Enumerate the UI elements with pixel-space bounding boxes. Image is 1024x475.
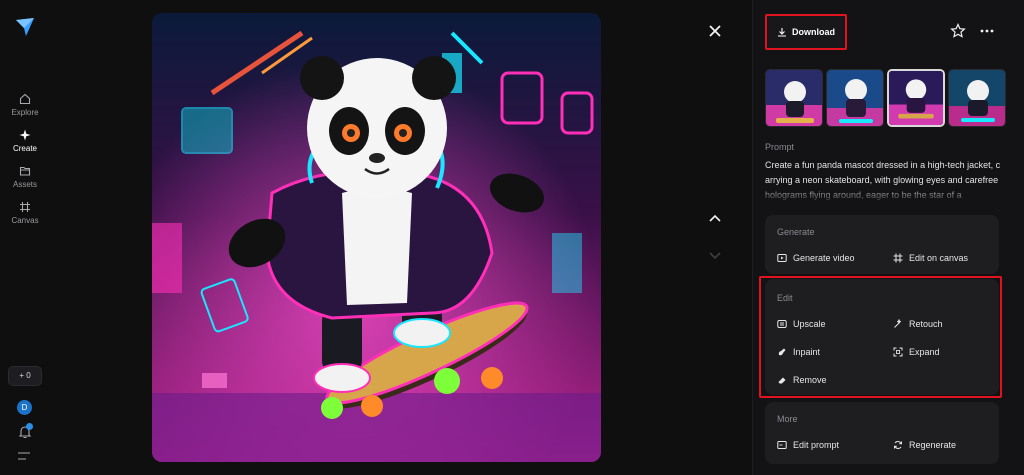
- edit-on-canvas-label: Edit on canvas: [909, 253, 969, 263]
- sidebar-item-label: Explore: [11, 108, 39, 117]
- inpaint-button[interactable]: Inpaint: [777, 347, 820, 357]
- generate-video-label: Generate video: [793, 253, 855, 263]
- sidebar-item-label: Assets: [12, 180, 37, 189]
- retouch-label: Retouch: [909, 319, 943, 329]
- sidebar-item-assets[interactable]: Assets: [0, 165, 50, 189]
- download-icon: [778, 28, 786, 37]
- sidebar-item-label: Canvas: [11, 216, 39, 225]
- prompt-label: Prompt: [765, 142, 795, 152]
- sidebar-item-canvas[interactable]: Canvas: [0, 201, 50, 225]
- sidebar: Explore Create Assets Canvas + 0 D: [0, 0, 50, 475]
- edit-title: Edit: [777, 293, 793, 303]
- edit-on-canvas-button[interactable]: Edit on canvas: [893, 253, 968, 263]
- generate-video-button[interactable]: Generate video: [777, 253, 855, 263]
- edit-prompt-icon: [777, 441, 787, 449]
- thumbnail-4[interactable]: [948, 69, 1006, 127]
- app-root: Explore Create Assets Canvas + 0 D Downl…: [0, 0, 1024, 475]
- generated-image: [152, 13, 601, 462]
- upscale-icon: [777, 320, 787, 328]
- folder-icon: [19, 166, 31, 176]
- regenerate-button[interactable]: Regenerate: [893, 440, 956, 450]
- remove-label: Remove: [793, 375, 827, 385]
- eraser-icon: [778, 377, 786, 384]
- sidebar-item-create[interactable]: Create: [0, 129, 50, 153]
- thumbnail-3-selected[interactable]: [887, 69, 945, 127]
- more-card: More Edit prompt Regenerate: [765, 402, 999, 464]
- credits-button[interactable]: + 0: [8, 366, 42, 386]
- generate-title: Generate: [777, 227, 815, 237]
- canvas-edit-icon: [893, 253, 903, 263]
- download-button[interactable]: Download: [765, 14, 847, 50]
- inpaint-label: Inpaint: [793, 347, 821, 357]
- regenerate-icon: [894, 441, 902, 449]
- upscale-label: Upscale: [793, 319, 826, 329]
- more-options-icon[interactable]: [979, 23, 995, 39]
- star-icon[interactable]: [950, 23, 966, 39]
- menu-icon[interactable]: [18, 452, 30, 460]
- retouch-icon: [894, 319, 901, 328]
- expand-button[interactable]: Expand: [893, 347, 940, 357]
- canvas-icon: [20, 202, 30, 212]
- remove-button[interactable]: Remove: [777, 375, 827, 385]
- sidebar-item-label: Create: [12, 144, 37, 153]
- logo-icon[interactable]: [14, 16, 36, 38]
- regenerate-label: Regenerate: [909, 440, 957, 450]
- notification-badge: [26, 423, 33, 430]
- edit-prompt-label: Edit prompt: [793, 440, 840, 450]
- avatar[interactable]: D: [17, 400, 32, 415]
- edit-prompt-button[interactable]: Edit prompt: [777, 440, 839, 450]
- more-title: More: [777, 414, 798, 424]
- sparkle-icon: [19, 129, 31, 141]
- chevron-down-icon[interactable]: [706, 246, 724, 264]
- video-icon: [777, 254, 787, 262]
- thumbnail-2[interactable]: [826, 69, 884, 127]
- expand-icon: [893, 347, 903, 357]
- chevron-up-icon[interactable]: [706, 210, 724, 228]
- expand-label: Expand: [909, 347, 940, 357]
- home-icon: [19, 93, 31, 105]
- edit-card: Edit Upscale Retouch Inpaint Expand Remo…: [765, 279, 999, 395]
- thumbnail-1[interactable]: [765, 69, 823, 127]
- panda-skateboard-illustration: [152, 13, 601, 462]
- download-label: Download: [792, 27, 835, 37]
- inpaint-icon: [778, 348, 786, 356]
- prompt-text: Create a fun panda mascot dressed in a h…: [765, 160, 1001, 200]
- retouch-button[interactable]: Retouch: [893, 319, 943, 329]
- generate-card: Generate Generate video Edit on canvas: [765, 215, 999, 274]
- upscale-button[interactable]: Upscale: [777, 319, 826, 329]
- sidebar-item-explore[interactable]: Explore: [0, 93, 50, 117]
- close-icon[interactable]: [706, 22, 724, 40]
- variation-thumbnails: [765, 69, 1006, 127]
